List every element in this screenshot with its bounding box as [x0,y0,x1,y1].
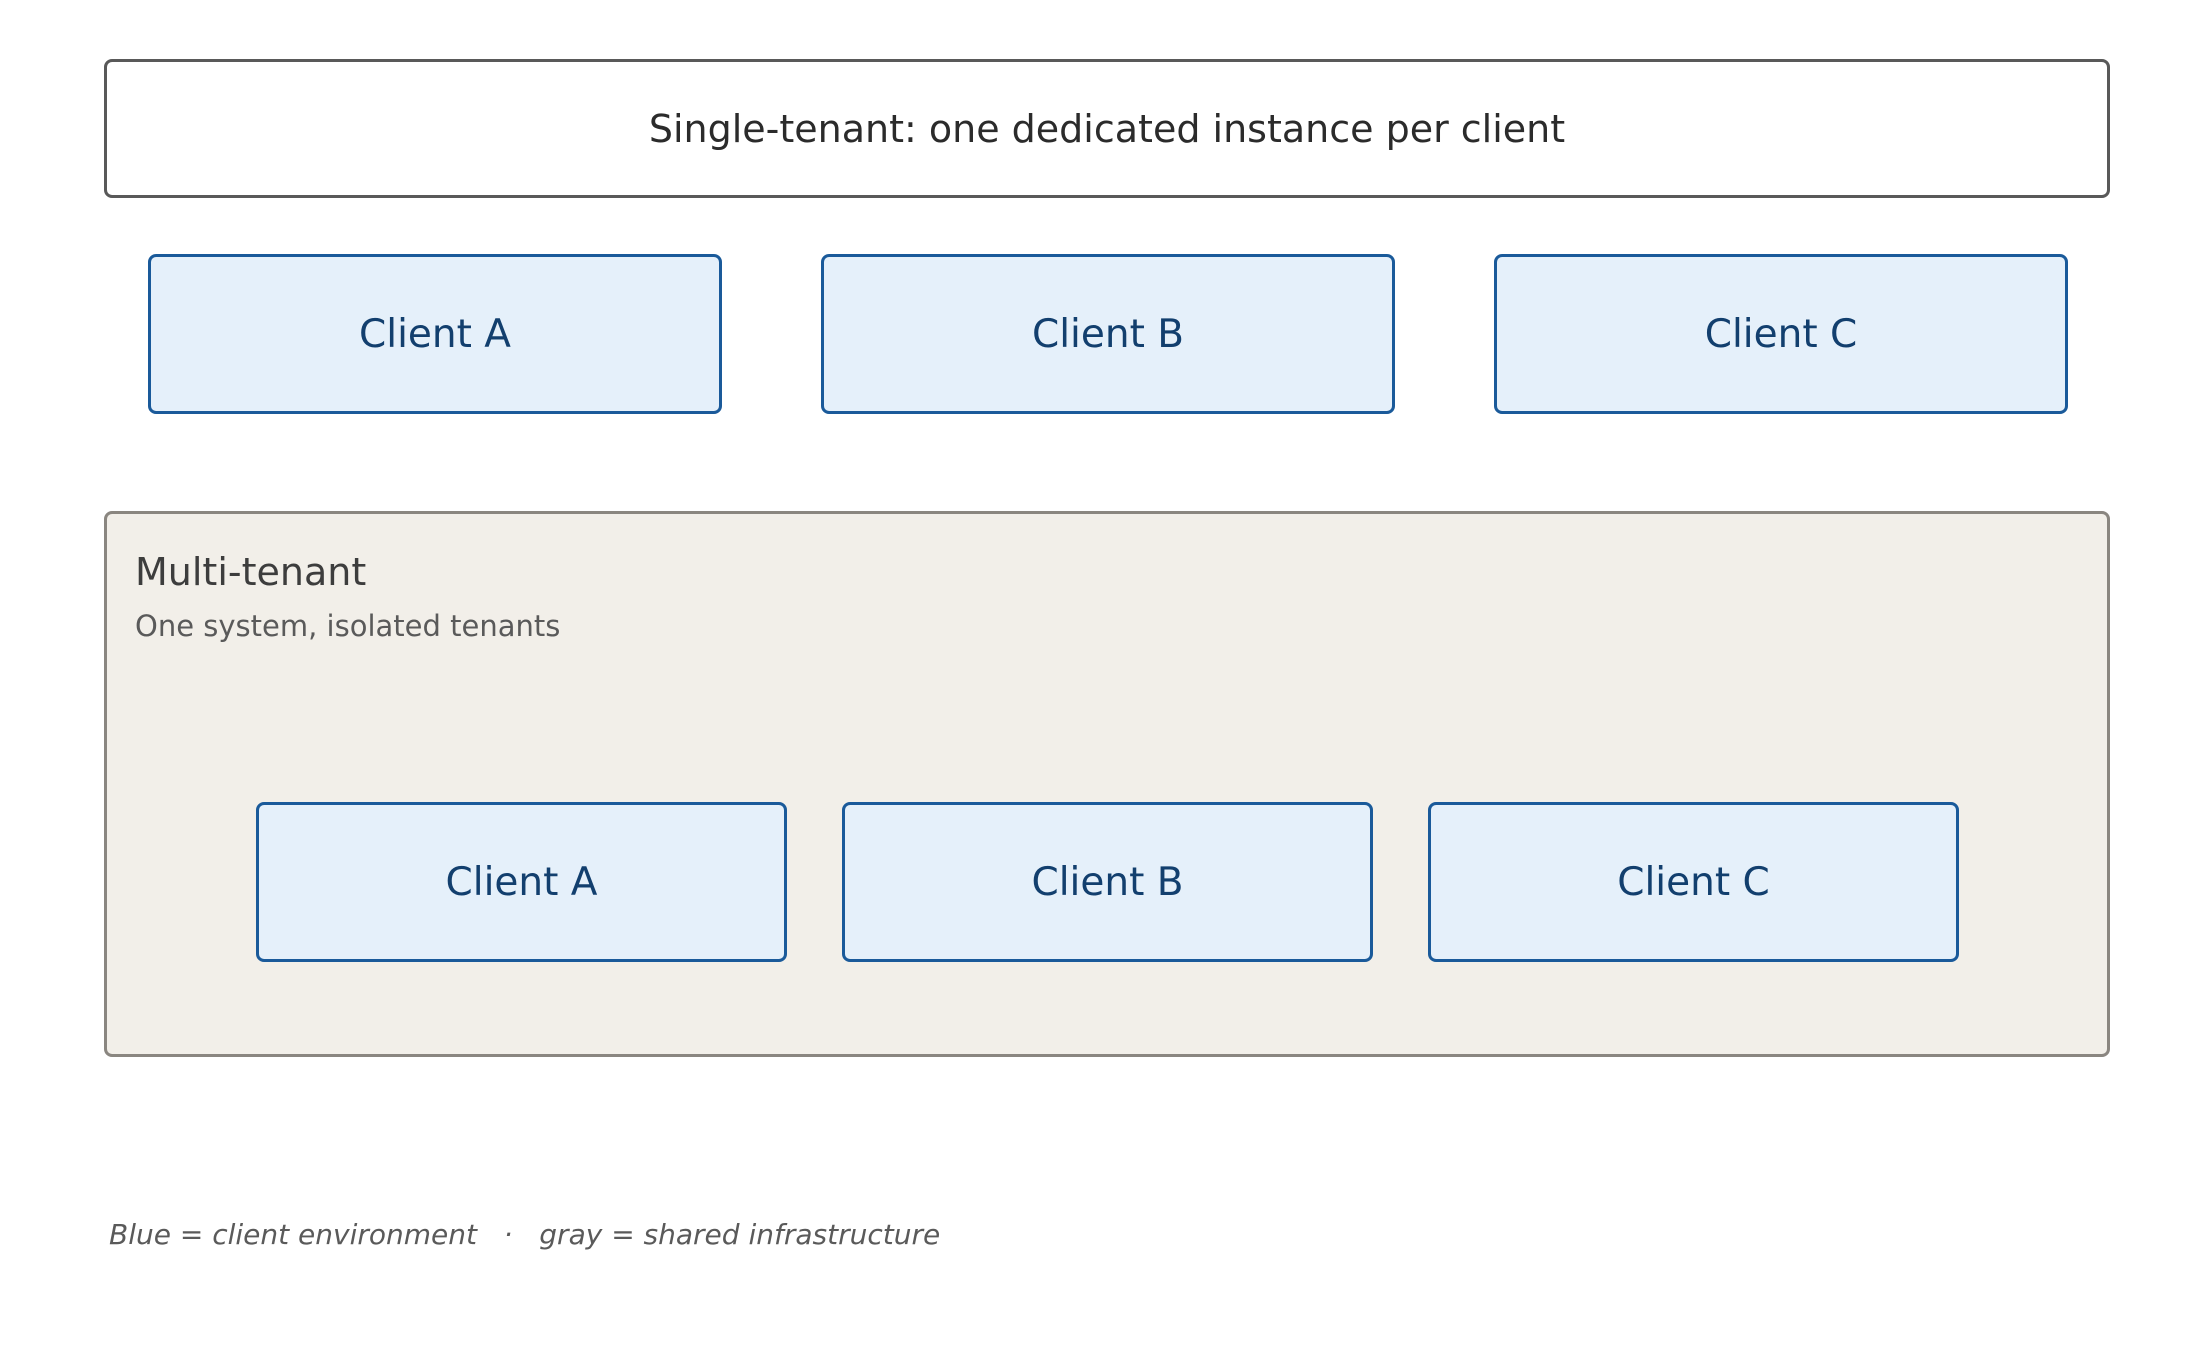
client-label: Client A [359,311,511,357]
client-label: Client A [445,859,598,905]
single-tenant-header: Single-tenant: one dedicated instance pe… [104,59,2110,198]
legend: Blue = client environment · gray = share… [109,1218,940,1251]
single-tenant-client-a: Client A [148,254,722,414]
multi-tenant-client-b: Client B [842,802,1373,962]
multi-tenant-title: Multi-tenant [135,550,367,594]
legend-blue: Blue = client environment [109,1218,477,1251]
multi-tenant-client-a: Client A [256,802,787,962]
multi-tenant-group [104,511,2110,1057]
multi-tenant-subtitle: One system, isolated tenants [135,609,561,643]
client-label: Client C [1617,859,1770,905]
single-tenant-client-b: Client B [821,254,1395,414]
client-label: Client B [1031,311,1185,357]
single-tenant-client-c: Client C [1494,254,2068,414]
single-tenant-title: Single-tenant: one dedicated instance pe… [648,106,1566,151]
legend-gray: gray = shared infrastructure [539,1218,941,1251]
client-label: Client C [1704,311,1858,357]
client-label: Client B [1031,859,1184,905]
legend-separator: · [503,1218,513,1251]
multi-tenant-client-c: Client C [1428,802,1959,962]
